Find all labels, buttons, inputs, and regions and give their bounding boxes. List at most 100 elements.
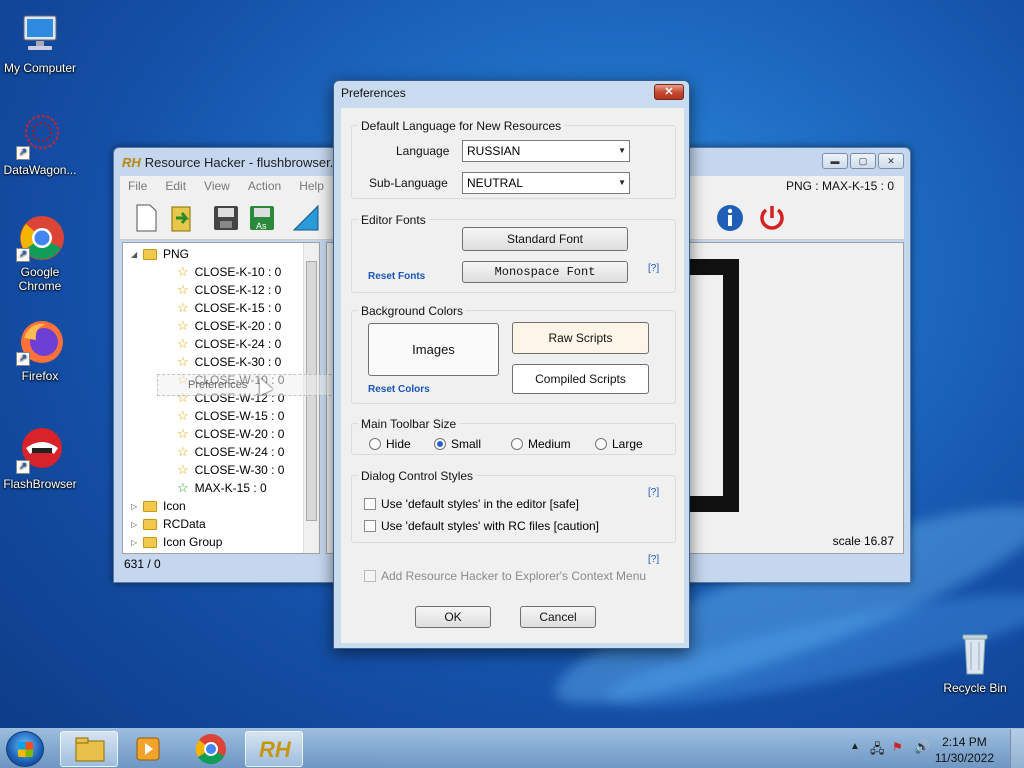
tree-item-label: CLOSE-K-30 : 0: [194, 355, 282, 369]
tree-item[interactable]: ☆ CLOSE-K-30 : 0: [177, 353, 281, 371]
radio-button-selected[interactable]: [434, 438, 446, 450]
preferences-dialog[interactable]: Preferences ✕ Default Language for New R…: [333, 80, 690, 649]
tree-item[interactable]: ☆ CLOSE-K-20 : 0: [177, 317, 281, 335]
window-controls: ▬ ▢ ✕: [822, 153, 904, 169]
action-center-icon[interactable]: ⚑: [892, 740, 903, 754]
dialog-styles-help-link[interactable]: [?]: [648, 487, 659, 498]
sublanguage-label: Sub-Language: [369, 176, 448, 190]
tree-item[interactable]: ☆ MAX-K-15 : 0: [177, 479, 267, 497]
star-icon: ☆: [177, 300, 189, 315]
reset-fonts-link[interactable]: Reset Fonts: [368, 271, 425, 282]
resource-arrow-icon[interactable]: [290, 202, 322, 234]
tree-folder-png[interactable]: ◢ PNG: [131, 245, 189, 263]
taskbar-explorer[interactable]: [60, 731, 118, 767]
tree-item[interactable]: ☆ CLOSE-W-20 : 0: [177, 425, 284, 443]
tree-folder-icon[interactable]: ▷ Icon: [131, 497, 186, 515]
menu-edit[interactable]: Edit: [165, 179, 186, 193]
checkbox[interactable]: [364, 520, 376, 532]
menu-file[interactable]: File: [128, 179, 147, 193]
sublanguage-select[interactable]: NEUTRAL ▼: [462, 172, 630, 194]
folder-icon: [143, 248, 157, 260]
desktop-icon-label: DataWagon...: [3, 163, 77, 177]
save-icon[interactable]: [210, 202, 242, 234]
checkbox-default-styles-editor[interactable]: Use 'default styles' in the editor [safe…: [364, 497, 579, 511]
star-icon: ☆: [177, 408, 189, 423]
dialog-close-button[interactable]: ✕: [654, 84, 684, 100]
taskbar-media-player[interactable]: [120, 731, 178, 767]
expand-arrow-icon[interactable]: ▷: [131, 538, 143, 547]
tree-item[interactable]: ☆ CLOSE-W-15 : 0: [177, 407, 284, 425]
taskbar-resource-hacker[interactable]: RH: [245, 731, 303, 767]
radio-button[interactable]: [511, 438, 523, 450]
clock[interactable]: 2:14 PM 11/30/2022: [935, 734, 994, 766]
desktop-icon-chrome[interactable]: ↗ Google Chrome: [0, 214, 80, 293]
desktop-icon-my-computer[interactable]: My Computer: [0, 10, 80, 75]
desktop-icon-label: FlashBrowser: [3, 477, 77, 491]
svg-text:As: As: [256, 221, 267, 231]
star-icon: ☆: [177, 462, 189, 477]
checkbox-default-styles-rc[interactable]: Use 'default styles' with RC files [caut…: [364, 519, 599, 533]
tree-folder-icon-group[interactable]: ▷ Icon Group: [131, 533, 222, 551]
shortcut-arrow-icon: ↗: [16, 352, 30, 366]
monospace-font-button[interactable]: Monospace Font: [462, 261, 628, 283]
dialog-body: Default Language for New Resources Langu…: [341, 108, 684, 643]
menu-view[interactable]: View: [204, 179, 230, 193]
clock-time: 2:14 PM: [942, 735, 987, 749]
new-file-icon[interactable]: [130, 202, 162, 234]
tree-item-label: CLOSE-W-24 : 0: [194, 445, 285, 459]
save-as-icon[interactable]: As: [246, 202, 278, 234]
radio-large[interactable]: Large: [595, 437, 643, 451]
radio-small[interactable]: Small: [434, 437, 481, 451]
tree-item[interactable]: ☆ CLOSE-K-12 : 0: [177, 281, 281, 299]
ok-button[interactable]: OK: [415, 606, 491, 628]
tree-item[interactable]: ☆ CLOSE-K-10 : 0: [177, 263, 281, 281]
maximize-button[interactable]: ▢: [850, 153, 876, 169]
standard-font-button[interactable]: Standard Font: [462, 227, 628, 251]
collapse-arrow-icon[interactable]: ◢: [131, 250, 143, 259]
show-desktop-button[interactable]: [1010, 729, 1024, 768]
cancel-button[interactable]: Cancel: [520, 606, 596, 628]
shortcut-arrow-icon: ↗: [16, 248, 30, 262]
language-select[interactable]: RUSSIAN ▼: [462, 140, 630, 162]
power-icon[interactable]: [756, 202, 788, 234]
minimize-button[interactable]: ▬: [822, 153, 848, 169]
menu-help[interactable]: Help: [299, 179, 324, 193]
open-file-icon[interactable]: [166, 202, 198, 234]
radio-medium[interactable]: Medium: [511, 437, 571, 451]
expand-arrow-icon[interactable]: ▷: [131, 502, 143, 511]
context-menu-help-link[interactable]: [?]: [648, 554, 659, 565]
close-button[interactable]: ✕: [878, 153, 904, 169]
tree-item[interactable]: ☆ CLOSE-K-15 : 0: [177, 299, 281, 317]
radio-button[interactable]: [595, 438, 607, 450]
dialog-title: Preferences: [341, 86, 406, 100]
radio-hide[interactable]: Hide: [369, 437, 411, 451]
tree-item[interactable]: ☆ CLOSE-W-30 : 0: [177, 461, 284, 479]
editor-fonts-help-link[interactable]: [?]: [648, 263, 659, 274]
tree-item[interactable]: ☆ CLOSE-W-24 : 0: [177, 443, 284, 461]
start-button[interactable]: [6, 731, 44, 767]
expand-arrow-icon[interactable]: ▷: [131, 520, 143, 529]
volume-icon[interactable]: 🔊: [914, 739, 930, 755]
radio-button[interactable]: [369, 438, 381, 450]
images-color-button[interactable]: Images: [368, 323, 499, 376]
star-icon: ☆: [177, 282, 189, 297]
reset-colors-link[interactable]: Reset Colors: [368, 384, 430, 395]
rh-logo-icon: RH: [122, 155, 141, 170]
tree-folder-rcdata[interactable]: ▷ RCData: [131, 515, 206, 533]
desktop-icon-firefox[interactable]: ↗ Firefox: [0, 318, 80, 383]
taskbar-chrome[interactable]: [182, 731, 240, 767]
desktop-icon-datawagon[interactable]: ↗ DataWagon...: [0, 112, 80, 177]
menu-action[interactable]: Action: [248, 179, 281, 193]
desktop-icon-flashbrowser[interactable]: ↗ FlashBrowser: [0, 426, 80, 491]
tree-item[interactable]: ☆ CLOSE-K-24 : 0: [177, 335, 281, 353]
desktop-icon-recycle-bin[interactable]: Recycle Bin: [935, 630, 1015, 695]
raw-scripts-color-button[interactable]: Raw Scripts: [512, 322, 649, 354]
show-hidden-icons-button[interactable]: ▲: [850, 741, 860, 752]
dropdown-arrow-icon: ▼: [618, 178, 626, 187]
compiled-scripts-color-button[interactable]: Compiled Scripts: [512, 364, 649, 394]
resource-tree[interactable]: ◢ PNG ☆ CLOSE-K-10 : 0 ☆ CLOSE-K-12 : 0 ☆ CLOS…: [122, 242, 320, 554]
network-icon[interactable]: 🖧: [870, 740, 885, 762]
info-icon[interactable]: [714, 202, 746, 234]
checkbox[interactable]: [364, 498, 376, 510]
tree-scrollbar[interactable]: [303, 243, 319, 553]
